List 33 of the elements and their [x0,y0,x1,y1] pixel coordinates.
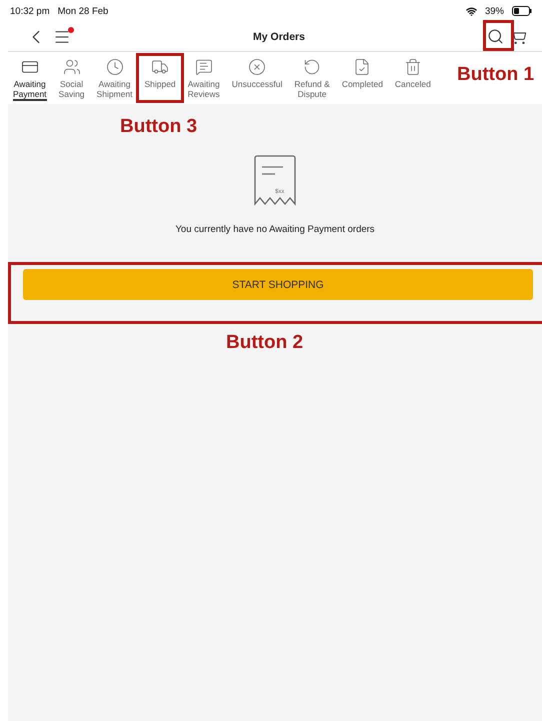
message-icon [194,58,213,76]
battery-percent: 39% [484,6,504,16]
search-icon [487,28,504,45]
order-tab[interactable]: Awaiting Shipment [96,58,134,101]
truck-icon [151,58,170,76]
annotation-label: Button 3 [120,116,198,138]
refresh-icon [303,58,322,76]
order-tab[interactable]: Refund & Dispute [293,58,331,101]
highlight-frame [483,20,514,51]
order-tab[interactable]: Social Saving [58,58,86,101]
order-tab[interactable]: Awaiting Payment [12,58,48,101]
menu-button[interactable] [53,28,71,46]
empty-message: You currently have no Awaiting Payment orders [175,224,375,235]
highlight-frame [136,53,184,103]
status-time: 10:32 pm [10,6,50,16]
order-tab[interactable]: Shipped [143,58,177,91]
search-button[interactable] [487,28,504,45]
wifi-icon [466,6,477,16]
page-title: My Orders [252,30,306,42]
people-icon [62,58,81,76]
clock-icon [106,58,124,76]
annotation-label: Button 2 [226,332,304,354]
start-shopping-button[interactable]: START SHOPPING [23,269,533,300]
trash-icon [404,58,422,76]
battery-icon [512,6,532,16]
order-tab[interactable]: Unsuccessful [230,58,284,91]
order-tab[interactable]: Completed [340,58,384,91]
annotation-label: Button 1 [457,64,534,86]
x-circle-icon [248,58,266,76]
status-date: Mon 28 Feb [58,6,108,16]
order-tab[interactable]: Canceled [394,58,432,91]
order-tab[interactable]: Awaiting Reviews [186,58,221,101]
document-check-icon [353,58,372,76]
